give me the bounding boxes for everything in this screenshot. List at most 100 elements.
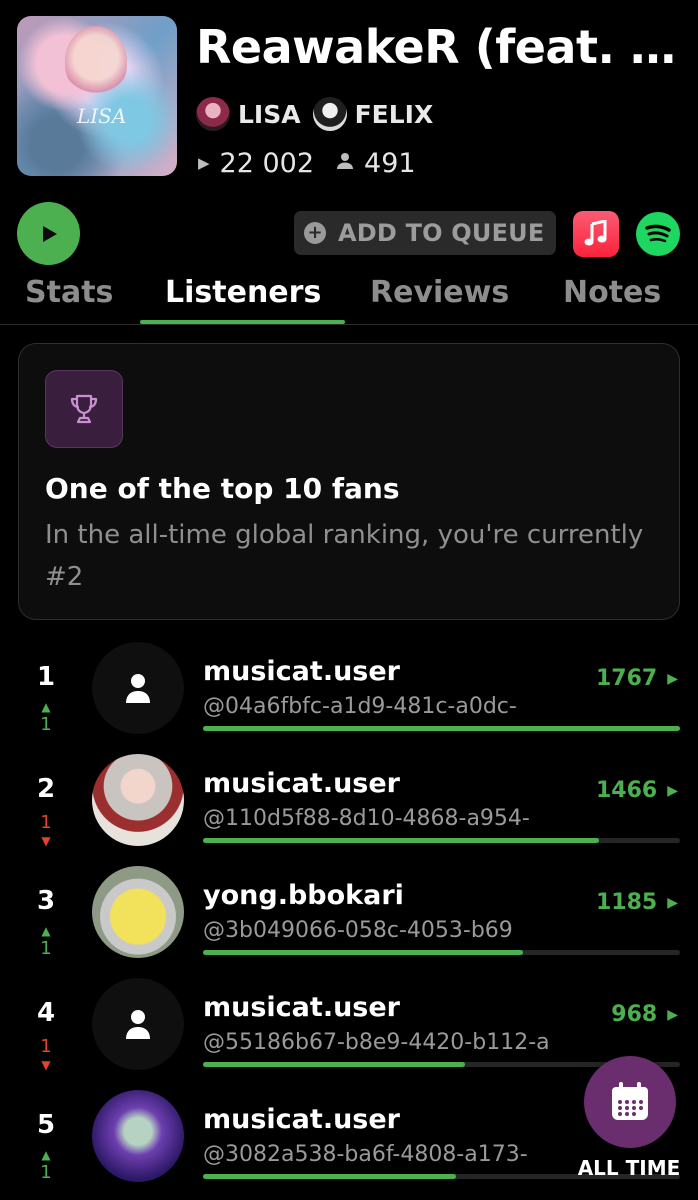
- listener-name: musicat.user: [203, 1104, 400, 1135]
- fan-card-title: One of the top 10 fans: [45, 472, 400, 505]
- calendar-icon: [612, 1082, 648, 1120]
- fan-card-description: In the all-time global ranking, you're c…: [45, 520, 644, 592]
- listeners-value: 491: [364, 147, 416, 179]
- listener-rank: 1: [36, 662, 56, 692]
- score-bar-track: [203, 838, 680, 843]
- person-icon: [336, 152, 354, 174]
- listener-avatar[interactable]: [92, 978, 184, 1070]
- score-bar-track: [203, 950, 680, 955]
- track-header: LISA ReawakeR (feat. FELIX of Stray Kids…: [0, 0, 698, 200]
- plus-icon: +: [304, 222, 326, 244]
- spotify-button[interactable]: [636, 212, 680, 256]
- listener-avatar[interactable]: [92, 754, 184, 846]
- listener-rank: 2: [36, 774, 56, 804]
- score-bar-fill: [203, 950, 523, 955]
- listener-avatar[interactable]: [92, 642, 184, 734]
- score-value: 1466: [595, 778, 658, 803]
- rank-change: ▲ 1: [34, 700, 58, 736]
- artist-felix[interactable]: FELIX: [312, 97, 434, 131]
- score-bar-fill: [203, 1062, 466, 1067]
- track-title: ReawakeR (feat. FELIX of Stray Kids): [196, 20, 686, 74]
- listener-name: musicat.user: [203, 992, 400, 1023]
- lisa-avatar: [196, 97, 230, 131]
- time-filter-button[interactable]: [584, 1056, 676, 1148]
- rank-change-value: 1: [40, 812, 52, 833]
- top-fan-card: One of the top 10 fans In the all-time g…: [18, 343, 680, 620]
- track-counts: ▶ 22 002 491: [198, 144, 438, 182]
- rank-down-icon: ▼: [41, 1058, 51, 1072]
- listeners-count: 491: [336, 148, 416, 179]
- rank-change: 1 ▼: [34, 1036, 58, 1072]
- chevron-right-icon: ▶: [667, 894, 678, 911]
- artist-lisa[interactable]: LISA: [196, 97, 301, 131]
- tab-notes[interactable]: Notes: [563, 275, 661, 310]
- add-to-queue-label: ADD TO QUEUE: [338, 219, 545, 247]
- listener-rank: 3: [36, 886, 56, 916]
- rank-change: ▲ 1: [34, 1148, 58, 1184]
- listener-row[interactable]: 1 ▲ 1 musicat.user @04a6fbfc-a1d9-481c-a0dc-…: [0, 642, 698, 774]
- score-bar-fill: [203, 726, 680, 731]
- play-count-icon: ▶: [198, 154, 210, 172]
- tab-listeners[interactable]: Listeners: [165, 275, 321, 310]
- spotify-icon: [645, 224, 671, 243]
- listener-handle: @55186b67-b8e9-4420-b112-a: [203, 1030, 550, 1055]
- listener-score[interactable]: 1767 ▶: [596, 666, 678, 691]
- chevron-right-icon: ▶: [667, 782, 678, 799]
- plays-count: ▶ 22 002: [198, 148, 314, 179]
- track-page: LISA ReawakeR (feat. FELIX of Stray Kids…: [0, 0, 698, 1200]
- listener-avatar[interactable]: [92, 866, 184, 958]
- apple-music-icon: [584, 220, 607, 246]
- score-value: 1767: [595, 666, 658, 691]
- score-value: 1185: [595, 890, 658, 915]
- rank-change: ▲ 1: [34, 924, 58, 960]
- chevron-right-icon: ▶: [667, 670, 678, 687]
- score-value: 968: [611, 1002, 658, 1027]
- listener-score[interactable]: 1466 ▶: [596, 778, 678, 803]
- rank-up-icon: ▲: [41, 700, 51, 714]
- apple-music-button[interactable]: [573, 211, 619, 257]
- listener-score[interactable]: 968 ▶: [611, 1002, 678, 1027]
- listener-handle: @3b049066-058c-4053-b69: [203, 918, 513, 943]
- cover-text: LISA: [77, 104, 127, 128]
- chevron-right-icon: ▶: [667, 1006, 678, 1023]
- listener-name: yong.bbokari: [203, 880, 404, 911]
- rank-change-value: 1: [40, 938, 52, 959]
- listener-handle: @04a6fbfc-a1d9-481c-a0dc-: [203, 694, 517, 719]
- listener-handle: @110d5f88-8d10-4868-a954-: [203, 806, 530, 831]
- tab-bar: Stats Listeners Reviews Notes: [0, 265, 698, 325]
- rank-down-icon: ▼: [41, 834, 51, 848]
- listener-name: musicat.user: [203, 768, 400, 799]
- artist-list: LISA FELIX: [196, 96, 445, 132]
- listener-avatar[interactable]: [92, 1090, 184, 1182]
- rank-change-value: 1: [40, 1036, 52, 1057]
- listener-rank: 5: [36, 1110, 56, 1140]
- plays-value: 22 002: [219, 147, 315, 179]
- listener-row[interactable]: 2 1 ▼ musicat.user @110d5f88-8d10-4868-a954-…: [0, 754, 698, 886]
- tab-stats[interactable]: Stats: [25, 275, 113, 310]
- play-icon: [42, 225, 57, 242]
- listener-rank: 4: [36, 998, 56, 1028]
- active-tab-indicator: [140, 320, 345, 324]
- rank-up-icon: ▲: [41, 1148, 51, 1162]
- add-to-queue-button[interactable]: + ADD TO QUEUE: [294, 211, 556, 255]
- score-bar-fill: [203, 838, 599, 843]
- artist-name: LISA: [238, 99, 301, 129]
- listener-row[interactable]: 3 ▲ 1 yong.bbokari @3b049066-058c-4053-b69 11…: [0, 866, 698, 998]
- listener-handle: @3082a538-ba6f-4808-a173-: [203, 1142, 528, 1167]
- tab-reviews[interactable]: Reviews: [370, 275, 509, 310]
- trophy-icon: [45, 370, 123, 448]
- listener-score[interactable]: 1185 ▶: [596, 890, 678, 915]
- album-cover[interactable]: LISA: [17, 16, 177, 176]
- listener-name: musicat.user: [203, 656, 400, 687]
- play-button[interactable]: [17, 202, 80, 265]
- score-bar-track: [203, 726, 680, 731]
- cover-artwork: [65, 26, 127, 96]
- felix-avatar: [312, 97, 347, 131]
- time-filter-label: ALL TIME: [577, 1156, 681, 1180]
- rank-change: 1 ▼: [34, 812, 58, 848]
- rank-up-icon: ▲: [41, 924, 51, 938]
- default-user-icon: [126, 674, 150, 703]
- default-user-icon: [126, 1010, 150, 1039]
- score-bar-fill: [203, 1174, 456, 1179]
- artist-name: FELIX: [354, 99, 434, 129]
